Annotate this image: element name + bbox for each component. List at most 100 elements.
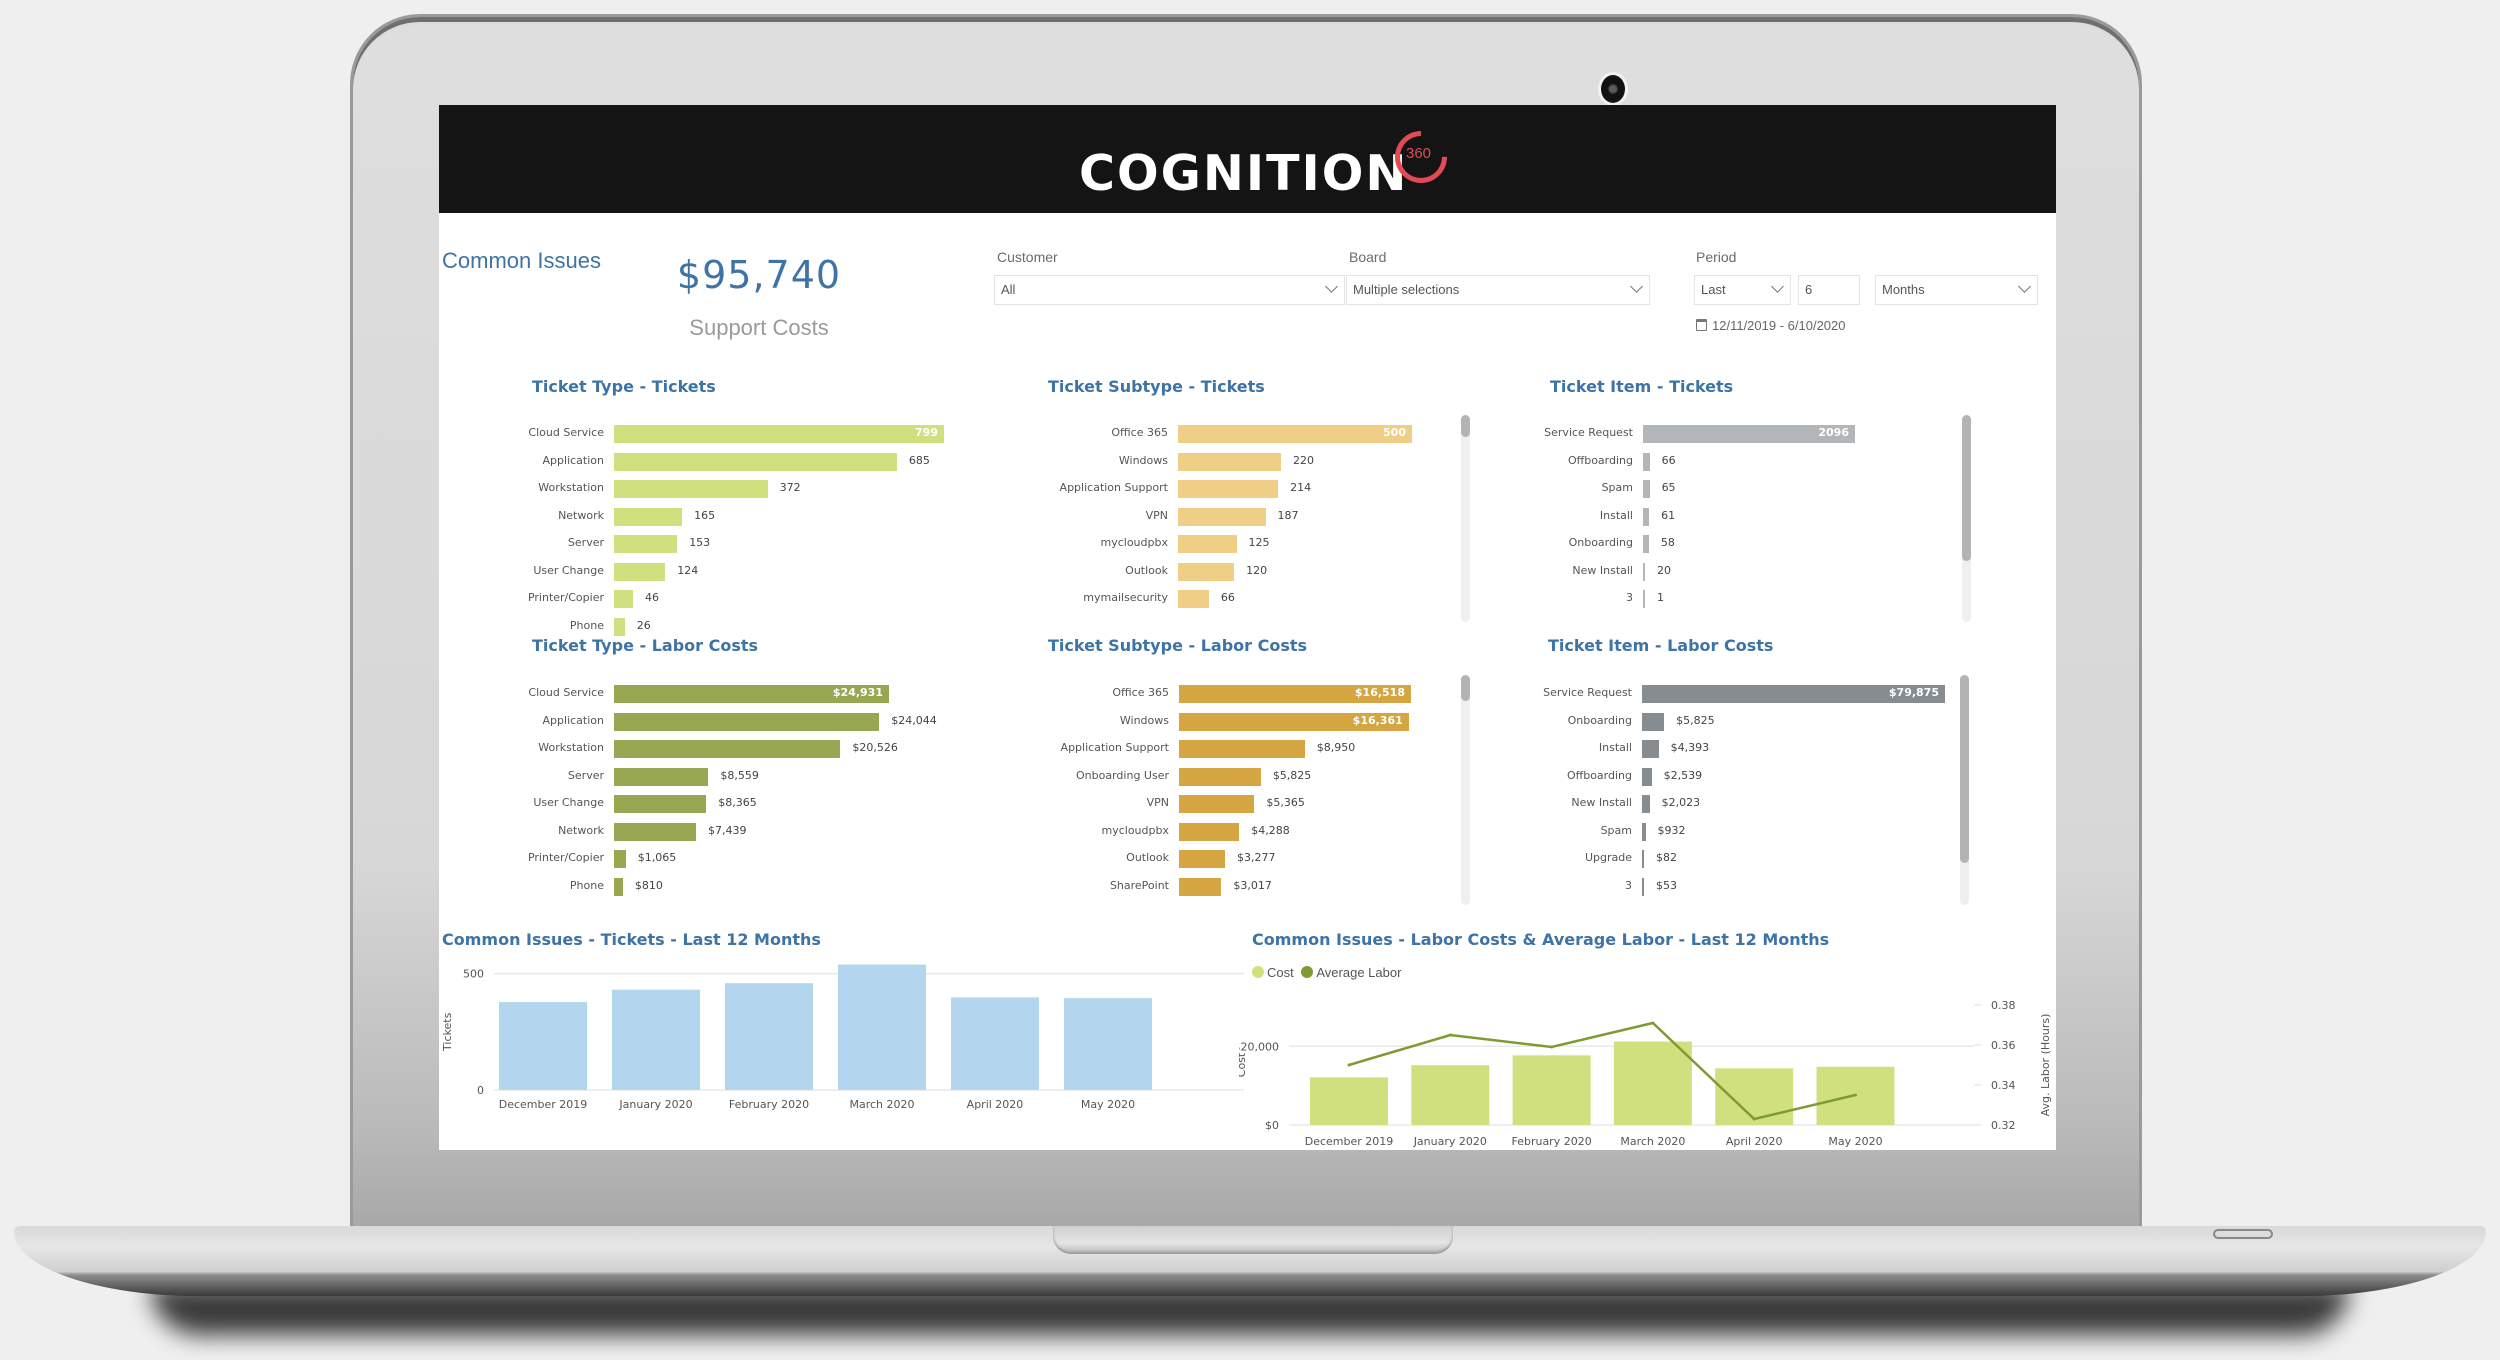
bar[interactable] (1064, 998, 1152, 1090)
bar-row[interactable]: VPN $5,365 (959, 795, 1439, 813)
bar[interactable] (1179, 850, 1226, 868)
period-count-input[interactable]: 6 (1798, 275, 1860, 305)
bar-row[interactable]: Spam $932 (1459, 822, 1939, 841)
bar[interactable] (614, 617, 625, 636)
bar-row[interactable]: Service Request 2096 (1459, 425, 1939, 443)
bar[interactable] (1179, 822, 1240, 841)
bar[interactable] (614, 480, 768, 498)
bar-row[interactable]: Phone 26 (439, 617, 939, 636)
bar-row[interactable]: Onboarding User $5,825 (959, 767, 1439, 786)
bar-row[interactable]: Network 165 (439, 507, 939, 526)
bar[interactable] (614, 452, 897, 471)
bar-row[interactable]: User Change 124 (439, 562, 939, 581)
bar-row[interactable]: Workstation $20,526 (439, 740, 939, 758)
bar[interactable] (1613, 1041, 1692, 1125)
bar[interactable] (1643, 480, 1650, 498)
subtype-tickets-scrollbar[interactable] (1461, 415, 1470, 622)
bar[interactable] (725, 983, 813, 1090)
bar[interactable] (1178, 590, 1209, 608)
bar-row[interactable]: Network $7,439 (439, 822, 939, 841)
bar[interactable] (614, 535, 678, 553)
customer-dropdown[interactable]: All (994, 275, 1345, 305)
item-tickets-scrollbar[interactable] (1962, 415, 1971, 622)
bar-row[interactable]: mymailsecurity 66 (959, 590, 1439, 608)
bar-row[interactable]: Install $4,393 (1459, 740, 1939, 758)
bar[interactable] (499, 1002, 587, 1090)
bar[interactable] (612, 989, 700, 1090)
bar-row[interactable]: Windows 220 (959, 452, 1439, 471)
bar-row[interactable]: Upgrade $82 (1459, 850, 1939, 868)
bar[interactable] (1178, 480, 1279, 498)
subtype-costs-scrollbar[interactable] (1461, 675, 1470, 905)
bar[interactable] (614, 795, 707, 813)
bar[interactable] (614, 850, 626, 868)
bar-row[interactable]: Outlook $3,277 (959, 850, 1439, 868)
bar[interactable] (1179, 795, 1255, 813)
period-relative-dropdown[interactable]: Last (1694, 275, 1791, 305)
bar-row[interactable]: User Change $8,365 (439, 795, 939, 813)
item-costs-scrollbar[interactable] (1960, 675, 1969, 905)
bar[interactable] (1642, 822, 1646, 841)
bar[interactable] (614, 425, 944, 443)
bar[interactable] (1178, 562, 1235, 581)
bar-row[interactable]: Printer/Copier 46 (439, 590, 939, 608)
bar[interactable] (1642, 712, 1665, 731)
bar-row[interactable]: Cloud Service 799 (439, 425, 944, 443)
bar[interactable] (1715, 1068, 1794, 1125)
bar[interactable] (1642, 877, 1644, 896)
bar-row[interactable]: Printer/Copier $1,065 (439, 850, 939, 868)
bar[interactable] (1179, 767, 1261, 786)
bar[interactable] (614, 712, 880, 731)
scroll-thumb[interactable] (1461, 675, 1470, 701)
bar[interactable] (1411, 1065, 1490, 1125)
scroll-thumb[interactable] (1962, 415, 1971, 561)
bar[interactable] (1178, 452, 1281, 471)
bar[interactable] (1178, 425, 1412, 443)
bar-row[interactable]: Workstation 372 (439, 480, 939, 498)
bar-row[interactable]: mycloudpbx $4,288 (959, 822, 1439, 841)
bar-row[interactable]: Service Request $79,875 (1459, 685, 1945, 703)
bar-row[interactable]: Server $8,559 (439, 767, 939, 786)
bar-row[interactable]: 3 $53 (1459, 877, 1939, 896)
bar[interactable] (614, 822, 697, 841)
bar[interactable] (1642, 740, 1659, 758)
board-dropdown[interactable]: Multiple selections (1346, 275, 1650, 305)
bar[interactable] (951, 997, 1039, 1090)
bar-row[interactable]: Office 365 $16,518 (959, 685, 1439, 703)
bar[interactable] (1643, 535, 1649, 553)
bar[interactable] (614, 877, 623, 896)
bar-row[interactable]: SharePoint $3,017 (959, 877, 1439, 896)
bar-row[interactable]: Windows $16,361 (959, 712, 1439, 731)
bar[interactable] (1643, 507, 1650, 526)
bar-row[interactable]: Onboarding 58 (1459, 535, 1939, 553)
bar[interactable] (614, 740, 841, 758)
bar-row[interactable]: Application 685 (439, 452, 939, 471)
bar-row[interactable]: Cloud Service $24,931 (439, 685, 939, 703)
bar[interactable] (1310, 1077, 1388, 1125)
bar-row[interactable]: Office 365 500 (959, 425, 1439, 443)
bar-row[interactable]: Outlook 120 (959, 562, 1439, 581)
bar-row[interactable]: Onboarding $5,825 (1459, 712, 1939, 731)
bar[interactable] (1643, 452, 1650, 471)
bar[interactable] (614, 767, 709, 786)
bar[interactable] (1178, 507, 1266, 526)
bar[interactable] (1179, 740, 1305, 758)
bar-row[interactable]: VPN 187 (959, 507, 1439, 526)
bar[interactable] (614, 507, 683, 526)
bar[interactable] (838, 964, 926, 1090)
bar-row[interactable]: Install 61 (1459, 507, 1939, 526)
bar[interactable] (1642, 850, 1644, 868)
bar[interactable] (1179, 877, 1222, 896)
bar-row[interactable]: Application $24,044 (439, 712, 939, 731)
bar-row[interactable]: Offboarding 66 (1459, 452, 1939, 471)
scroll-thumb[interactable] (1461, 415, 1470, 437)
bar-row[interactable]: Spam 65 (1459, 480, 1939, 498)
bar-row[interactable]: mycloudpbx 125 (959, 535, 1439, 553)
bar[interactable] (1643, 562, 1646, 581)
bar[interactable] (1642, 767, 1652, 786)
bar[interactable] (1643, 590, 1645, 608)
bar-row[interactable]: New Install 20 (1459, 562, 1939, 581)
bar[interactable] (614, 590, 633, 608)
bar-row[interactable]: Application Support 214 (959, 480, 1439, 498)
bar-row[interactable]: Application Support $8,950 (959, 740, 1439, 758)
